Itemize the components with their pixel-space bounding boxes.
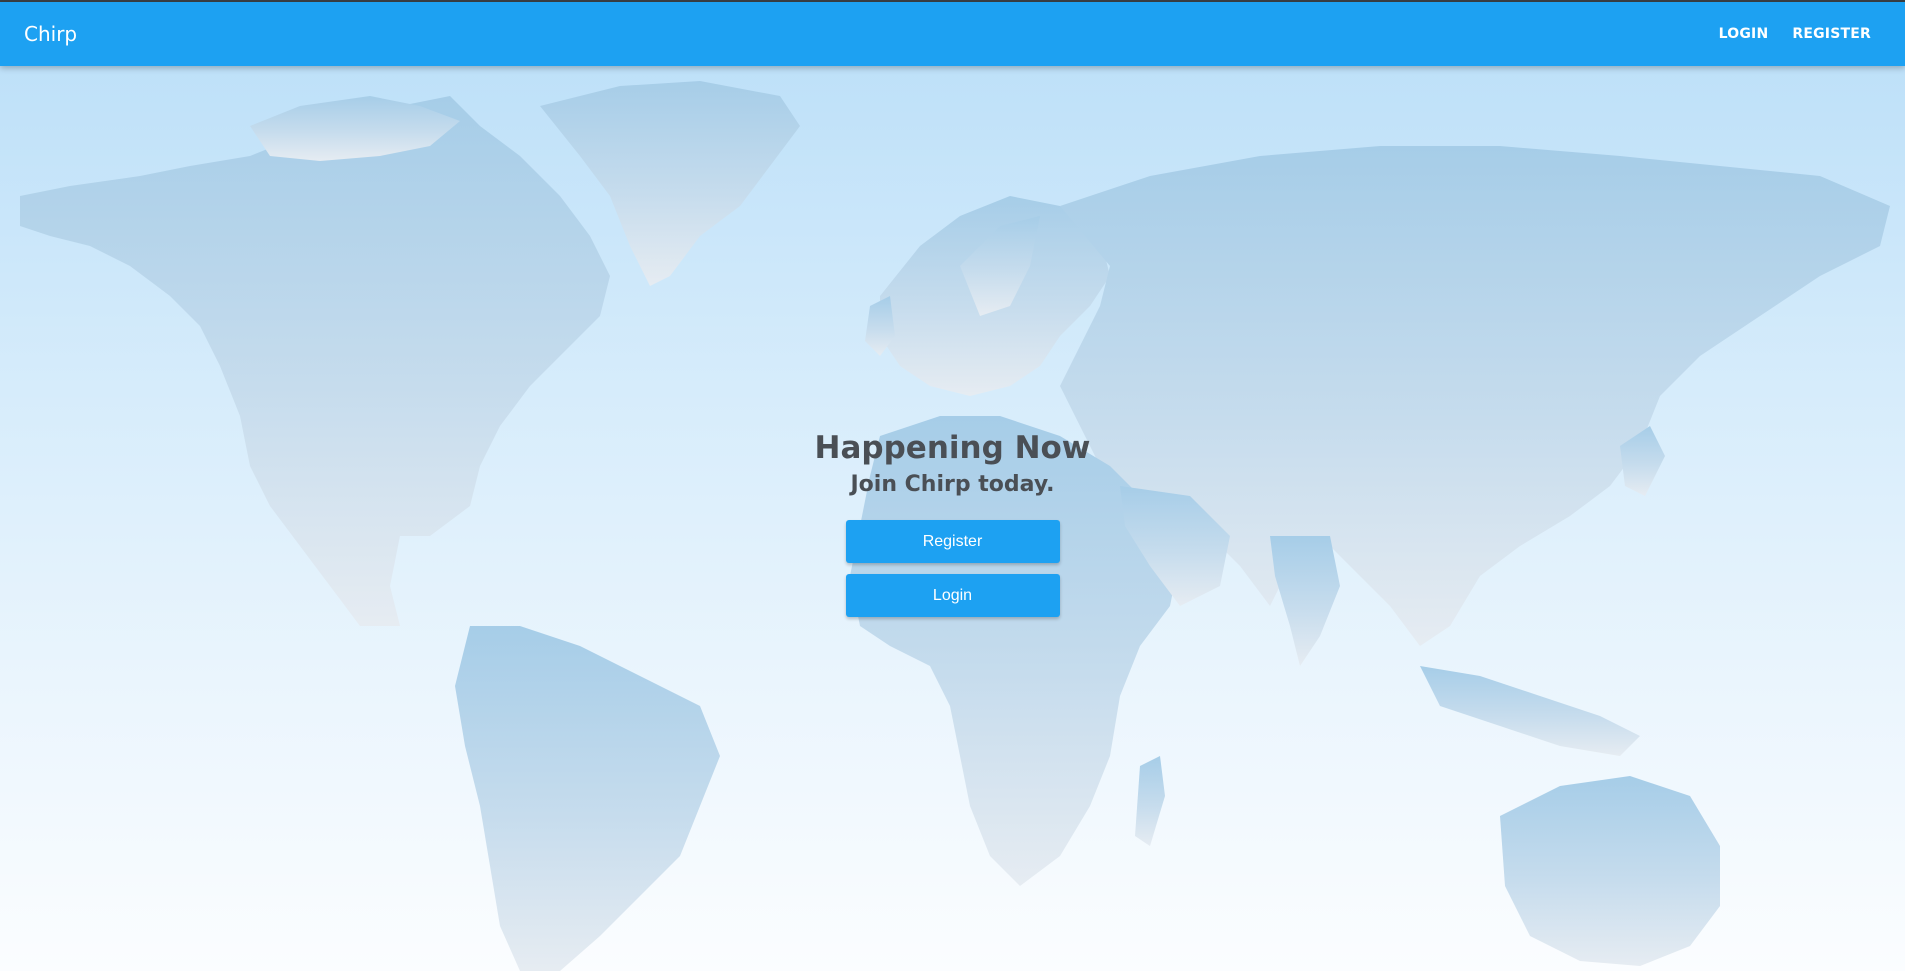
continent-australia (1500, 776, 1720, 966)
landmass-madagascar (1135, 756, 1165, 846)
cta-buttons: Register Login (845, 520, 1060, 617)
continent-south-america (455, 626, 720, 971)
landmass-southeast-asia (1420, 666, 1640, 756)
nav-register-link[interactable]: REGISTER (1792, 26, 1871, 42)
hero-title: Happening Now (814, 430, 1091, 466)
navbar: Chirp LOGIN REGISTER (0, 2, 1905, 66)
register-button[interactable]: Register (845, 520, 1060, 563)
nav-links: LOGIN REGISTER (1719, 26, 1871, 42)
brand-logo[interactable]: Chirp (24, 22, 77, 46)
nav-login-link[interactable]: LOGIN (1719, 26, 1769, 42)
login-button[interactable]: Login (845, 574, 1060, 617)
hero-subtitle: Join Chirp today. (850, 472, 1055, 497)
hero-section: Happening Now Join Chirp today. Register… (0, 428, 1905, 617)
